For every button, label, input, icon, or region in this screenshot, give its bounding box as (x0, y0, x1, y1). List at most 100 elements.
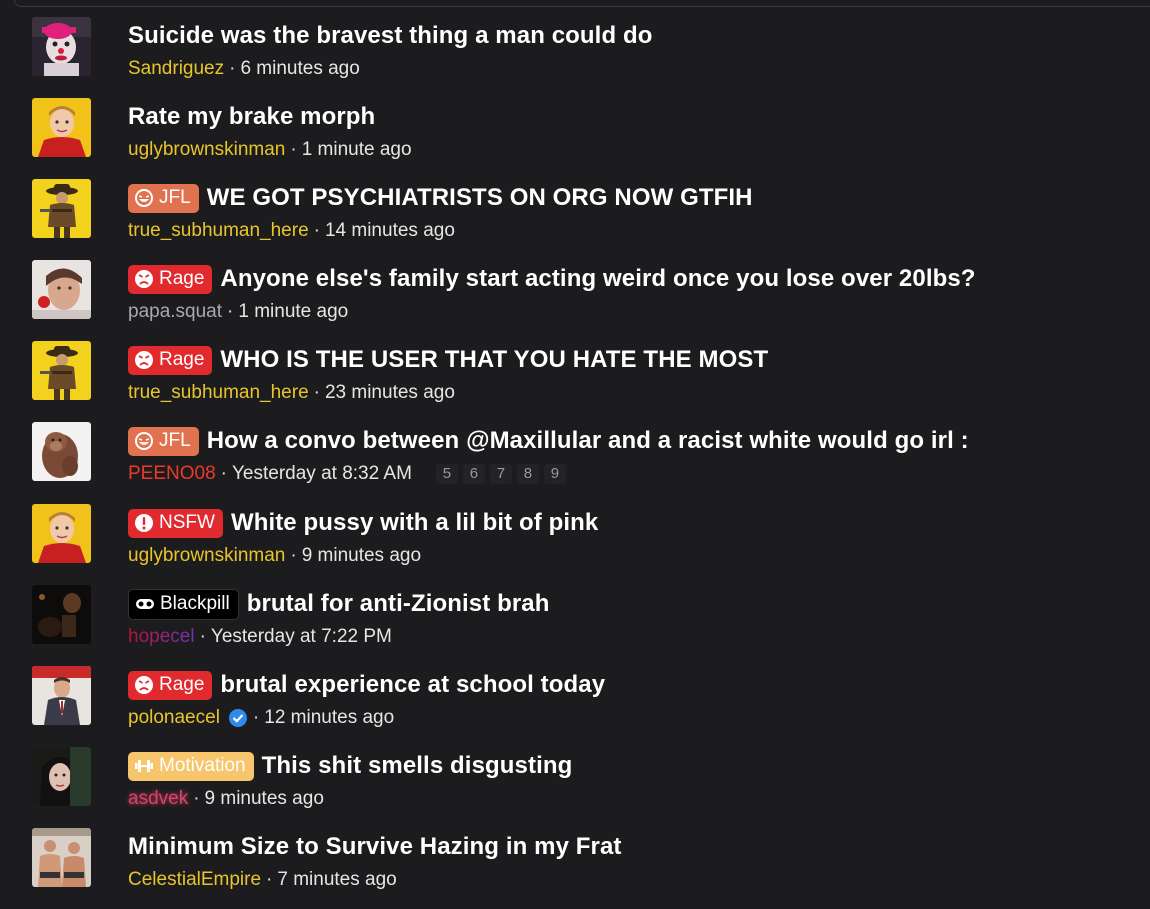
thread-title[interactable]: brutal experience at school today (220, 671, 605, 699)
thread-time[interactable]: Yesterday at 8:32 AM (232, 463, 412, 485)
thread-item[interactable]: Rage Anyone else's family start acting w… (0, 260, 1150, 341)
prefix-badge-blackpill[interactable]: Blackpill (128, 588, 239, 620)
thread-title[interactable]: How a convo between @Maxillular and a ra… (207, 427, 969, 455)
thread-meta: papa.squat · 1 minute ago (128, 301, 348, 323)
girl-avatar[interactable] (32, 747, 91, 806)
thread-title[interactable]: White pussy with a lil bit of pink (231, 509, 598, 537)
thread-item[interactable]: Rate my brake morph uglybrownskinman · 1… (0, 98, 1150, 179)
prefix-badge-motivation[interactable]: Motivation (128, 751, 254, 781)
monkey-avatar[interactable] (32, 422, 91, 481)
thread-title-line: JFL WE GOT PSYCHIATRISTS ON ORG NOW GTFI… (128, 182, 753, 214)
thread-time[interactable]: 1 minute ago (238, 301, 348, 323)
thread-meta: Sandriguez · 6 minutes ago (128, 58, 360, 80)
clown-avatar[interactable] (32, 17, 91, 76)
thread-item[interactable]: JFL How a convo between @Maxillular and … (0, 422, 1150, 503)
angry-face-icon (135, 270, 153, 288)
thread-title-line: JFL How a convo between @Maxillular and … (128, 425, 969, 457)
thread-time[interactable]: 6 minutes ago (240, 58, 359, 80)
thread-author[interactable]: uglybrownskinman (128, 139, 285, 161)
thread-item[interactable]: Motivation This shit smells disgusting a… (0, 747, 1150, 828)
thread-author[interactable]: papa.squat (128, 301, 222, 323)
meta-separator: · (313, 382, 320, 403)
meta-separator: · (313, 220, 320, 241)
thread-title[interactable]: WE GOT PSYCHIATRISTS ON ORG NOW GTFIH (207, 184, 753, 212)
man-avatar[interactable] (32, 260, 91, 319)
page-link[interactable]: 9 (543, 464, 566, 484)
thread-title[interactable]: Anyone else's family start acting weird … (220, 265, 975, 293)
thread-author[interactable]: uglybrownskinman (128, 545, 285, 567)
thread-time[interactable]: 9 minutes ago (205, 788, 324, 810)
boy-avatar[interactable] (32, 98, 91, 157)
thread-author[interactable]: asdvek (128, 788, 188, 810)
meta-separator: · (199, 626, 206, 647)
prefix-badge-rage[interactable]: Rage (128, 264, 213, 294)
verified-badge-icon (228, 709, 247, 727)
cowboy-avatar[interactable] (32, 341, 91, 400)
thread-time[interactable]: Yesterday at 7:22 PM (211, 626, 392, 648)
thread-title-line: NSFW White pussy with a lil bit of pink (128, 507, 598, 539)
thread-meta: uglybrownskinman · 1 minute ago (128, 139, 412, 161)
thread-time[interactable]: 1 minute ago (302, 139, 412, 161)
thread-author[interactable]: Sandriguez (128, 58, 224, 80)
thread-time[interactable]: 9 minutes ago (302, 545, 421, 567)
prefix-label: Blackpill (160, 593, 230, 614)
thread-author[interactable]: hopecel (128, 626, 195, 648)
meta-separator: · (220, 463, 227, 484)
thread-author[interactable]: true_subhuman_here (128, 382, 309, 404)
prefix-label: JFL (159, 430, 191, 451)
meta-separator: · (266, 869, 273, 890)
suit-avatar[interactable] (32, 666, 91, 725)
thread-item[interactable]: Minimum Size to Survive Hazing in my Fra… (0, 828, 1150, 909)
thread-meta: true_subhuman_here · 23 minutes ago (128, 382, 455, 404)
prefix-label: JFL (159, 187, 191, 208)
thread-item[interactable]: JFL WE GOT PSYCHIATRISTS ON ORG NOW GTFI… (0, 179, 1150, 260)
page-link[interactable]: 5 (435, 464, 458, 484)
thread-author[interactable]: CelestialEmpire (128, 869, 261, 891)
thread-item[interactable]: Rage brutal experience at school today p… (0, 666, 1150, 747)
thread-title[interactable]: WHO IS THE USER THAT YOU HATE THE MOST (220, 346, 768, 374)
page-link[interactable]: 7 (489, 464, 512, 484)
prefix-badge-rage[interactable]: Rage (128, 670, 213, 700)
page-link[interactable]: 8 (516, 464, 539, 484)
thread-author[interactable]: PEENO08 (128, 463, 216, 485)
angry-face-icon (135, 676, 153, 694)
thread-title-line: Minimum Size to Survive Hazing in my Fra… (128, 831, 622, 863)
thread-meta: PEENO08 · Yesterday at 8:32 AM 5 6 7 8 9 (128, 463, 571, 485)
laugh-icon (135, 189, 153, 207)
thread-time[interactable]: 12 minutes ago (264, 707, 394, 729)
prefix-label: Rage (159, 349, 205, 370)
thread-title[interactable]: Minimum Size to Survive Hazing in my Fra… (128, 833, 622, 861)
prefix-badge-jfl[interactable]: JFL (128, 426, 199, 456)
boy-avatar[interactable] (32, 504, 91, 563)
prefix-label: Rage (159, 268, 205, 289)
meta-separator: · (227, 301, 234, 322)
dark-avatar[interactable] (32, 585, 91, 644)
thread-author[interactable]: true_subhuman_here (128, 220, 309, 242)
thread-title[interactable]: Suicide was the bravest thing a man coul… (128, 22, 653, 50)
thread-time[interactable]: 14 minutes ago (325, 220, 455, 242)
cowboy-avatar[interactable] (32, 179, 91, 238)
thread-title-line: Motivation This shit smells disgusting (128, 750, 572, 782)
prefix-badge-jfl[interactable]: JFL (128, 183, 199, 213)
thread-item[interactable]: Rage WHO IS THE USER THAT YOU HATE THE M… (0, 341, 1150, 422)
thread-item[interactable]: Blackpill brutal for anti-Zionist brah h… (0, 585, 1150, 666)
meta-separator: · (252, 707, 260, 728)
thread-meta: asdvek · 9 minutes ago (128, 788, 324, 810)
top-bar (0, 0, 1150, 7)
thread-time[interactable]: 23 minutes ago (325, 382, 455, 404)
thread-meta: CelestialEmpire · 7 minutes ago (128, 869, 397, 891)
thread-time[interactable]: 7 minutes ago (277, 869, 396, 891)
thread-author[interactable]: polonaecel (128, 707, 220, 729)
thread-title-line: Suicide was the bravest thing a man coul… (128, 20, 653, 52)
prefix-badge-rage[interactable]: Rage (128, 345, 213, 375)
thread-title[interactable]: This shit smells disgusting (262, 752, 573, 780)
pill-icon (136, 599, 154, 609)
thread-title[interactable]: brutal for anti-Zionist brah (247, 590, 550, 618)
prefix-badge-nsfw[interactable]: NSFW (128, 508, 223, 538)
page-link[interactable]: 6 (462, 464, 485, 484)
thread-item[interactable]: Suicide was the bravest thing a man coul… (0, 17, 1150, 98)
thread-title[interactable]: Rate my brake morph (128, 103, 375, 131)
wrestlers-avatar[interactable] (32, 828, 91, 887)
thread-item[interactable]: NSFW White pussy with a lil bit of pink … (0, 504, 1150, 585)
page-jump-links: 5 6 7 8 9 (435, 464, 571, 484)
